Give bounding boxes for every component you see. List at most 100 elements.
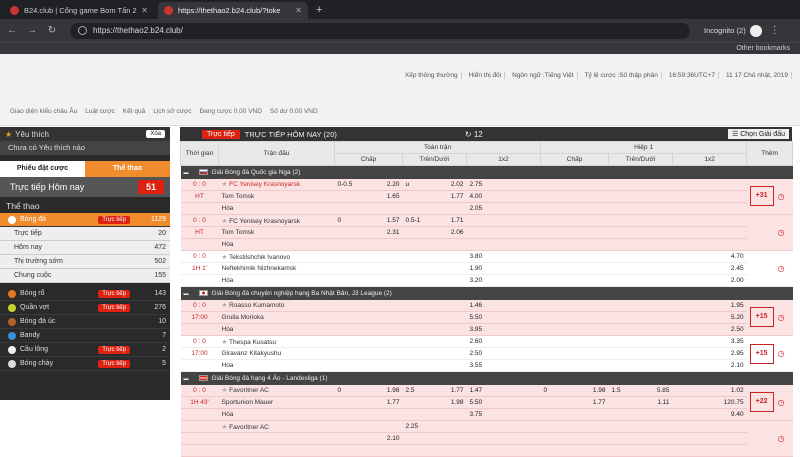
sidebar-item-sport[interactable]: Bóng đá úc 10: [0, 315, 170, 329]
half-x12-odd[interactable]: 2.45: [672, 262, 747, 275]
half-ou-odd[interactable]: [646, 226, 673, 239]
league-row[interactable]: ▬ Giải Bóng đá chuyên nghiệp hạng Ba Nhật…: [180, 286, 793, 300]
ou-odd[interactable]: [440, 262, 467, 275]
half-x12-odd[interactable]: [672, 178, 747, 191]
half-handicap-odd[interactable]: [582, 299, 609, 312]
x12-odd[interactable]: 3.80: [466, 250, 541, 263]
x12-odd[interactable]: [466, 444, 541, 457]
half-x12-odd[interactable]: 1.02: [672, 384, 747, 397]
sidebar-subitem[interactable]: Trực tiếp 20: [0, 227, 170, 241]
x12-odd[interactable]: 2.50: [466, 347, 541, 360]
clock-icon[interactable]: ◷: [778, 192, 785, 201]
half-ou-odd[interactable]: [646, 347, 673, 360]
preference-item[interactable]: 11 17 Chủ nhật, 2019: [723, 72, 792, 79]
browser-tab-2[interactable]: https://thethao2.b24.club/?toke ✕: [158, 2, 308, 19]
preference-item[interactable]: Tỷ lệ cược :Số thập phân: [582, 72, 662, 79]
half-x12-odd[interactable]: [672, 238, 747, 251]
more-markets-button[interactable]: +15: [749, 307, 774, 328]
half-ou-odd[interactable]: [646, 262, 673, 275]
clock-icon[interactable]: ◷: [778, 228, 785, 237]
incognito-icon[interactable]: [749, 24, 762, 37]
collapse-icon[interactable]: ▬: [184, 291, 189, 297]
half-ou-odd[interactable]: [646, 420, 673, 433]
ou-odd[interactable]: [440, 250, 467, 263]
new-tab-button[interactable]: +: [316, 2, 322, 19]
preference-item[interactable]: Xếp thông thường: [402, 72, 462, 79]
sidebar-subitem[interactable]: Hôm nay 472: [0, 241, 170, 255]
half-x12-odd[interactable]: 2.00: [672, 274, 747, 287]
choose-league-button[interactable]: ☰ Chọn Giải đấu: [728, 129, 789, 139]
forward-arrow-icon[interactable]: →: [24, 25, 40, 36]
ou-odd[interactable]: [440, 335, 467, 348]
ou-odd[interactable]: [440, 432, 467, 445]
half-ou-odd[interactable]: [646, 250, 673, 263]
refresh-button[interactable]: ↻ 12: [465, 130, 483, 139]
x12-odd[interactable]: [466, 226, 541, 239]
half-handicap-odd[interactable]: [582, 250, 609, 263]
handicap-odd[interactable]: [376, 250, 403, 263]
league-row[interactable]: ▬ Giải Bóng đá Quốc gia Nga (2): [180, 165, 793, 179]
half-ou-odd[interactable]: [646, 214, 673, 227]
half-x12-odd[interactable]: 3.35: [672, 335, 747, 348]
half-x12-odd[interactable]: [672, 226, 747, 239]
sidebar-subitem[interactable]: Thị trường sớm 502: [0, 255, 170, 269]
close-tab-icon[interactable]: ✕: [141, 6, 148, 15]
sidebar-item-sport[interactable]: Bóng rổ Trực tiếp 143: [0, 287, 170, 301]
ou-odd[interactable]: 1.77: [440, 384, 467, 397]
x12-odd[interactable]: [466, 238, 541, 251]
subnav-link[interactable]: Kết quả: [123, 108, 145, 115]
more-markets-button[interactable]: +15: [749, 343, 774, 364]
subnav-link[interactable]: Luật cược: [85, 108, 115, 115]
clock-icon[interactable]: ◷: [778, 313, 785, 322]
ou-odd[interactable]: 2.02: [440, 178, 467, 191]
ou-odd[interactable]: [440, 347, 467, 360]
handicap-odd[interactable]: 2.31: [376, 226, 403, 239]
address-bar[interactable]: https://thethao2.b24.club/: [70, 22, 690, 39]
profile-label[interactable]: Incognito (2): [704, 26, 746, 35]
clock-icon[interactable]: ◷: [778, 349, 785, 358]
ou-odd[interactable]: [440, 311, 467, 324]
back-arrow-icon[interactable]: ←: [4, 25, 20, 36]
half-ou-odd[interactable]: [646, 299, 673, 312]
half-ou-odd[interactable]: [646, 178, 673, 191]
favorite-star-icon[interactable]: ★: [222, 424, 230, 431]
half-handicap-odd[interactable]: [582, 311, 609, 324]
ou-odd[interactable]: 1.77: [440, 190, 467, 203]
handicap-odd[interactable]: 1.98: [376, 384, 403, 397]
x12-odd[interactable]: [466, 214, 541, 227]
half-handicap-odd[interactable]: [582, 226, 609, 239]
x12-odd[interactable]: 2.75: [466, 178, 541, 191]
ou-odd[interactable]: 2.06: [440, 226, 467, 239]
x12-odd[interactable]: 3.75: [466, 408, 541, 421]
x12-odd[interactable]: 1.90: [466, 262, 541, 275]
half-x12-odd[interactable]: 2.50: [672, 323, 747, 336]
half-ou-odd[interactable]: [646, 432, 673, 445]
half-handicap-odd[interactable]: [582, 190, 609, 203]
handicap-odd[interactable]: 1.57: [376, 214, 403, 227]
half-ou-odd[interactable]: 5.85: [646, 384, 673, 397]
x12-odd[interactable]: 3.95: [466, 323, 541, 336]
half-x12-odd[interactable]: 2.10: [672, 359, 747, 372]
half-x12-odd[interactable]: 9.40: [672, 408, 747, 421]
half-x12-odd[interactable]: [672, 420, 747, 433]
preference-item[interactable]: Ngôn ngữ :Tiếng Việt: [509, 72, 578, 79]
handicap-odd[interactable]: 1.65: [376, 190, 403, 203]
subnav-link[interactable]: Số dư 0.00 VND: [270, 108, 318, 115]
half-handicap-odd[interactable]: [582, 420, 609, 433]
handicap-odd[interactable]: [376, 311, 403, 324]
half-handicap-odd[interactable]: 1.77: [582, 396, 609, 409]
half-handicap-odd[interactable]: 1.98: [582, 384, 609, 397]
half-ou-odd[interactable]: 1.11: [646, 396, 673, 409]
x12-odd[interactable]: 2.05: [466, 202, 541, 215]
x12-odd[interactable]: [466, 432, 541, 445]
favorite-star-icon[interactable]: ★: [222, 302, 230, 309]
x12-odd[interactable]: 1.46: [466, 299, 541, 312]
handicap-odd[interactable]: [376, 335, 403, 348]
preference-item[interactable]: 16:59:36UTC+7: [666, 72, 719, 79]
clock-icon[interactable]: ◷: [778, 264, 785, 273]
collapse-icon[interactable]: ▬: [184, 376, 189, 382]
favorite-star-icon[interactable]: ★: [222, 339, 230, 346]
browser-tab-1[interactable]: B24.club | Cổng game Bom Tấn 2 ✕: [4, 2, 154, 19]
half-handicap-odd[interactable]: [582, 262, 609, 275]
half-x12-odd[interactable]: 120.75: [672, 396, 747, 409]
